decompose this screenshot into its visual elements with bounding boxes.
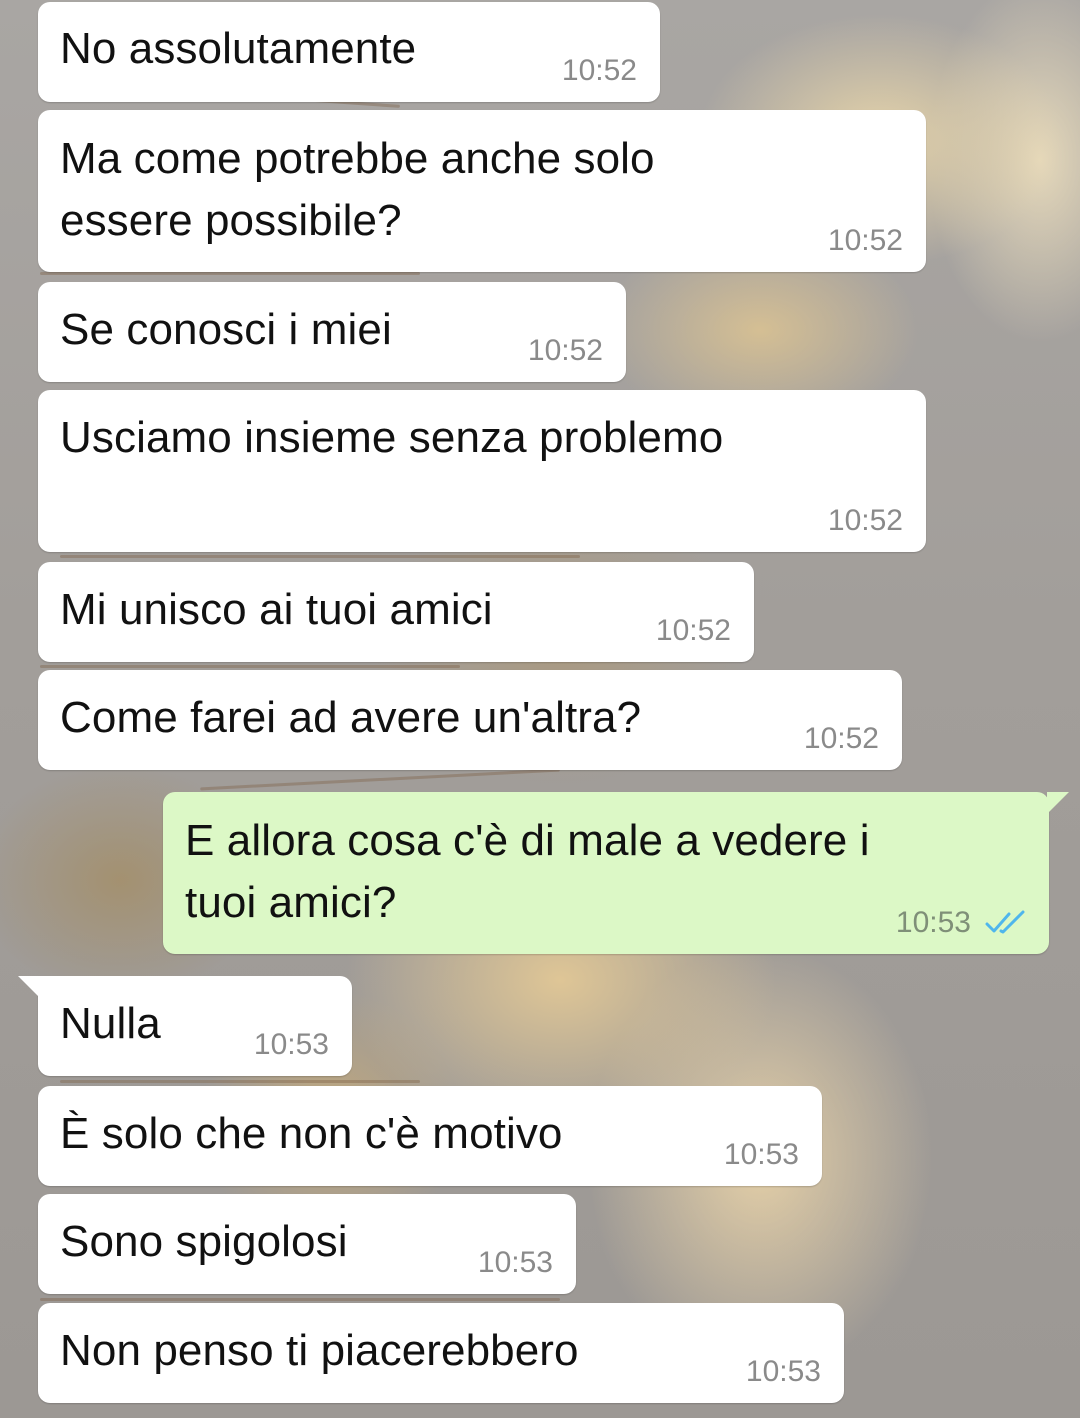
- message-bubble-incoming[interactable]: Se conosci i miei 10:52: [38, 282, 626, 382]
- message-bubble-outgoing[interactable]: E allora cosa c'è di male a vedere i tuo…: [163, 792, 1069, 954]
- message-timestamp: 10:53: [895, 906, 971, 939]
- message-text: Non penso ti piacerebbero: [60, 1326, 579, 1375]
- message-text: No assolutamente: [60, 24, 417, 73]
- message-text: È solo che non c'è motivo: [60, 1109, 563, 1158]
- message-timestamp: 10:52: [655, 614, 731, 647]
- message-bubble-incoming[interactable]: Non penso ti piacerebbero 10:53: [38, 1303, 844, 1403]
- message-bubble-incoming[interactable]: Sono spigolosi 10:53: [38, 1194, 576, 1294]
- message-timestamp: 10:52: [827, 224, 903, 257]
- message-timestamp: 10:53: [745, 1355, 821, 1388]
- message-text: Nulla: [60, 999, 161, 1048]
- message-timestamp: 10:53: [723, 1138, 799, 1171]
- message-bubble-incoming[interactable]: Usciamo insieme senza problemo 10:52: [38, 390, 926, 552]
- message-timestamp: 10:53: [477, 1246, 553, 1279]
- message-bubble-incoming[interactable]: Mi unisco ai tuoi amici 10:52: [38, 562, 754, 662]
- message-timestamp: 10:52: [527, 334, 603, 367]
- message-bubble-incoming[interactable]: È solo che non c'è motivo 10:53: [38, 1086, 822, 1186]
- message-timestamp: 10:52: [561, 54, 637, 87]
- message-bubble-incoming[interactable]: Come farei ad avere un'altra? 10:52: [38, 670, 902, 770]
- bubble-tail: [18, 976, 40, 998]
- message-text: Usciamo insieme senza problemo: [60, 413, 724, 462]
- message-bubble-incoming[interactable]: Nulla 10:53: [18, 976, 352, 1076]
- message-text: Sono spigolosi: [60, 1217, 348, 1266]
- message-timestamp: 10:52: [803, 722, 879, 755]
- message-bubble-incoming[interactable]: Ma come potrebbe anche solo essere possi…: [38, 110, 926, 272]
- message-timestamp: 10:52: [827, 504, 903, 537]
- message-text: E allora cosa c'è di male a vedere i tuo…: [185, 816, 870, 927]
- message-timestamp: 10:53: [253, 1028, 329, 1061]
- double-check-icon: [985, 910, 1025, 934]
- message-text: Se conosci i miei: [60, 305, 392, 354]
- message-text: Mi unisco ai tuoi amici: [60, 585, 493, 634]
- bubble-tail: [1047, 792, 1069, 814]
- message-text: Come farei ad avere un'altra?: [60, 693, 642, 742]
- message-text: Ma come potrebbe anche solo essere possi…: [60, 134, 655, 245]
- message-bubble-incoming[interactable]: No assolutamente 10:52: [38, 2, 660, 102]
